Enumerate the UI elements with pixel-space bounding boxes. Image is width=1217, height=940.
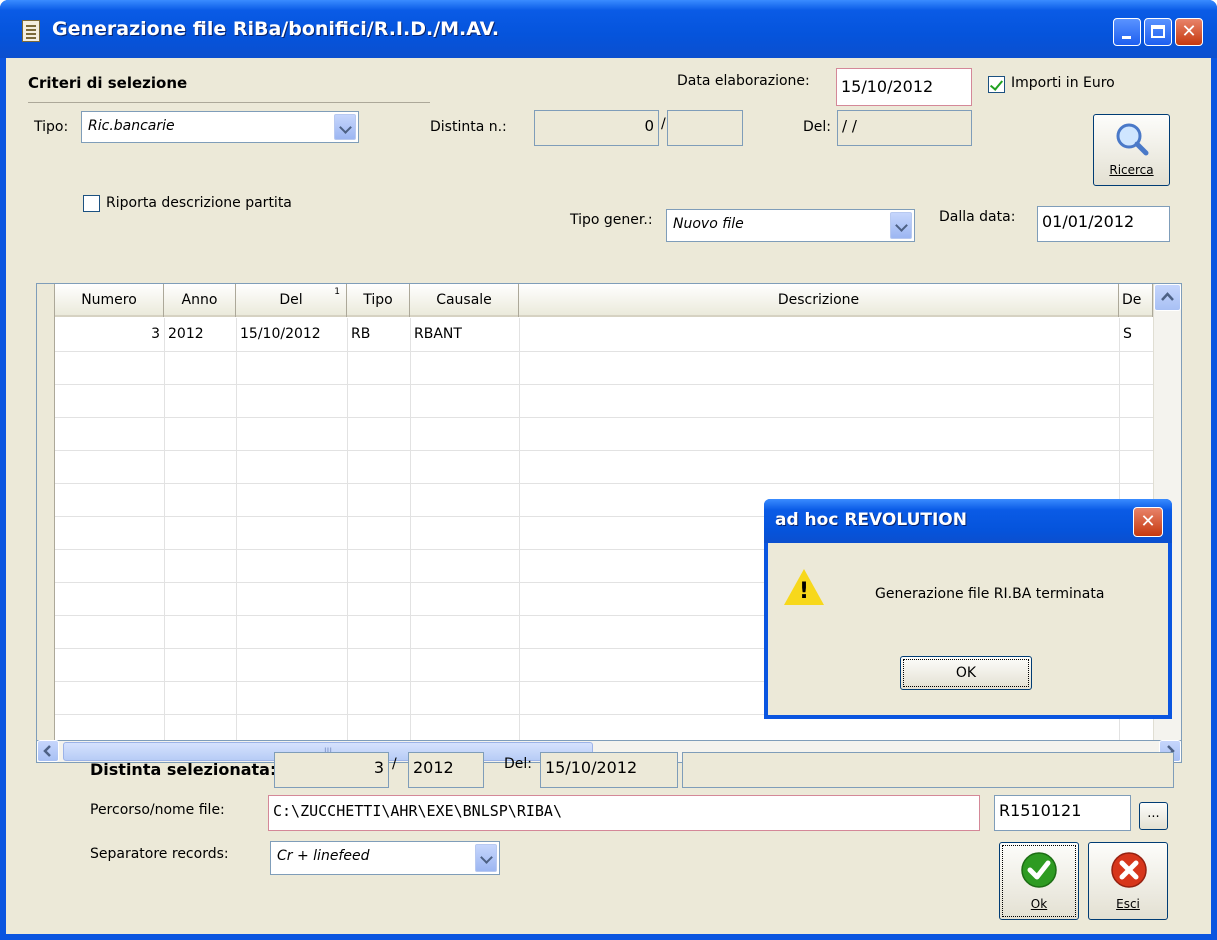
- col-causale[interactable]: Causale: [410, 284, 519, 317]
- minimize-button[interactable]: [1113, 18, 1141, 46]
- check-icon: [1021, 852, 1057, 888]
- cell-del[interactable]: 15/10/2012: [240, 318, 321, 351]
- tipo-gener-label: Tipo gener.:: [570, 212, 653, 228]
- window-title: Generazione file RiBa/bonifici/R.I.D./M.…: [52, 18, 500, 40]
- cell-tipo[interactable]: RB: [351, 318, 370, 351]
- title-bar[interactable]: Generazione file RiBa/bonifici/R.I.D./M.…: [0, 0, 1217, 58]
- close-icon: ✕: [1181, 21, 1197, 42]
- close-icon: ✕: [1140, 511, 1156, 532]
- dialog-close-button[interactable]: ✕: [1133, 507, 1163, 537]
- del-field[interactable]: / /: [837, 110, 972, 146]
- grid-corner[interactable]: [37, 284, 55, 317]
- col-del-label: Del: [279, 292, 303, 308]
- chevron-down-icon[interactable]: [334, 114, 356, 140]
- selected-anno-field: 2012: [408, 752, 484, 788]
- chevron-left-icon: [43, 745, 51, 757]
- dialog-ok-button[interactable]: OK: [900, 656, 1032, 690]
- col-descrizione[interactable]: Descrizione: [519, 284, 1119, 317]
- message-dialog: ad hoc REVOLUTION ✕ ! Generazione file R…: [764, 499, 1172, 719]
- col-tipo[interactable]: Tipo: [347, 284, 410, 317]
- sort-indicator: 1: [334, 287, 340, 297]
- dalla-data-field[interactable]: 01/01/2012: [1037, 206, 1170, 242]
- scroll-up-button[interactable]: [1154, 284, 1181, 311]
- selected-del-label: Del:: [504, 756, 532, 772]
- row-selector-column[interactable]: [37, 284, 55, 740]
- scroll-left-button[interactable]: [37, 740, 59, 762]
- heading-divider: [28, 102, 430, 103]
- dialog-body: ! Generazione file RI.BA terminata OK: [768, 543, 1168, 715]
- chevron-up-icon: [1161, 292, 1174, 301]
- distinta-separator: /: [661, 116, 666, 132]
- minimize-icon: [1122, 36, 1131, 39]
- form-icon: [22, 20, 40, 42]
- criteria-heading: Criteri di selezione: [28, 74, 188, 92]
- chevron-down-icon[interactable]: [475, 844, 497, 872]
- grid-header: Numero Anno Del 1 Tipo Causale Descrizio…: [37, 284, 1181, 317]
- distinta-number-field[interactable]: 0: [534, 110, 659, 146]
- tipo-gener-value: Nuovo file: [673, 216, 744, 232]
- distinta-selezionata-label: Distinta selezionata:: [90, 760, 277, 779]
- tipo-label: Tipo:: [34, 119, 69, 135]
- dialog-title: ad hoc REVOLUTION: [775, 510, 967, 530]
- riporta-descrizione-label: Riporta descrizione partita: [106, 195, 292, 211]
- tipo-select[interactable]: Ric.bancarie: [81, 111, 359, 143]
- tipo-select-value: Ric.bancarie: [88, 118, 175, 134]
- ok-button[interactable]: Ok: [999, 842, 1079, 920]
- data-elaborazione-field[interactable]: 15/10/2012: [836, 68, 972, 106]
- distinta-label: Distinta n.:: [430, 119, 507, 135]
- percorso-label: Percorso/nome file:: [90, 802, 225, 818]
- del-label: Del:: [803, 119, 831, 135]
- col-del[interactable]: Del 1: [236, 284, 347, 317]
- ok-label: Ok: [1030, 897, 1048, 911]
- distinta-suffix-field[interactable]: [667, 110, 743, 146]
- close-button[interactable]: ✕: [1175, 18, 1203, 46]
- selected-separator: /: [392, 756, 397, 772]
- separatore-select[interactable]: Cr + linefeed: [270, 841, 500, 875]
- dialog-message: Generazione file RI.BA terminata: [875, 586, 1105, 602]
- col-de[interactable]: De: [1119, 284, 1153, 317]
- chevron-down-icon[interactable]: [890, 212, 912, 239]
- maximize-icon: [1151, 25, 1165, 38]
- data-elaborazione-label: Data elaborazione:: [677, 73, 810, 89]
- esci-label: Esci: [1116, 897, 1140, 911]
- cell-causale[interactable]: RBANT: [414, 318, 462, 351]
- ricerca-label: Ricerca: [1109, 163, 1154, 177]
- table-row[interactable]: 3 2012 15/10/2012 RB RBANT S: [55, 318, 1153, 351]
- cell-anno[interactable]: 2012: [168, 318, 204, 351]
- selected-extra-field: [682, 752, 1174, 788]
- magnifier-icon: [1116, 123, 1149, 156]
- importi-euro-label: Importi in Euro: [1011, 75, 1115, 91]
- tipo-gener-select[interactable]: Nuovo file: [666, 209, 915, 242]
- selected-del-field: 15/10/2012: [540, 752, 678, 788]
- browse-button[interactable]: ...: [1139, 802, 1168, 830]
- form-body: Criteri di selezione Tipo: Ric.bancarie …: [6, 58, 1211, 934]
- dialog-title-bar[interactable]: ad hoc REVOLUTION ✕: [764, 499, 1172, 543]
- cell-de[interactable]: S: [1123, 318, 1132, 351]
- file-name-field[interactable]: R1510121: [994, 795, 1131, 831]
- dalla-data-label: Dalla data:: [939, 209, 1016, 225]
- riporta-descrizione-checkbox[interactable]: [83, 195, 100, 212]
- col-numero[interactable]: Numero: [55, 284, 164, 317]
- esci-button[interactable]: Esci: [1088, 842, 1168, 920]
- selected-num-field: 3: [274, 752, 389, 788]
- separatore-value: Cr + linefeed: [277, 848, 370, 864]
- col-anno[interactable]: Anno: [164, 284, 236, 317]
- ricerca-button[interactable]: Ricerca: [1093, 114, 1170, 186]
- warning-exclamation: !: [799, 579, 810, 604]
- separatore-label: Separatore records:: [90, 846, 229, 862]
- main-window: Generazione file RiBa/bonifici/R.I.D./M.…: [0, 0, 1217, 940]
- percorso-field[interactable]: C:\ZUCCHETTI\AHR\EXE\BNLSP\RIBA\: [268, 795, 980, 831]
- cancel-icon: [1111, 852, 1147, 888]
- maximize-button[interactable]: [1144, 18, 1172, 46]
- importi-euro-checkbox[interactable]: [988, 76, 1005, 93]
- cell-numero[interactable]: 3: [55, 318, 160, 351]
